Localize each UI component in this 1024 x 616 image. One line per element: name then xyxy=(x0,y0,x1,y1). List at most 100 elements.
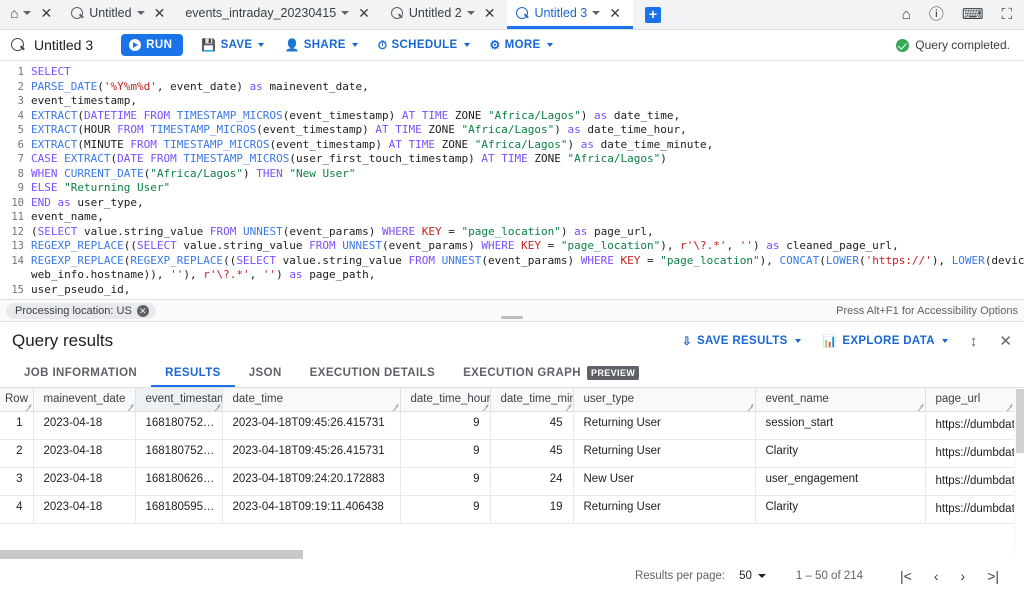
info-icon[interactable]: ⓘ xyxy=(929,7,944,22)
close-icon[interactable]: ✕ xyxy=(354,4,374,22)
table-row[interactable]: 12023-04-18168180752…2023-04-18T09:45:26… xyxy=(0,411,1014,439)
column-header-event_name[interactable]: event_name xyxy=(755,388,925,411)
query-title: Untitled 3 xyxy=(34,37,93,53)
vertical-scrollbar-thumb[interactable] xyxy=(1016,389,1024,453)
processing-location-chip[interactable]: Processing location: US ✕ xyxy=(6,303,156,319)
panel-resize-handle[interactable] xyxy=(501,316,523,319)
fullscreen-icon[interactable]: ⛶ xyxy=(1001,7,1012,22)
horizontal-scrollbar-thumb[interactable] xyxy=(0,550,303,559)
cell-mainevent_date: 2023-04-18 xyxy=(33,439,135,467)
results-tab-label: JOB INFORMATION xyxy=(24,367,137,379)
column-header-user_type[interactable]: user_type xyxy=(573,388,755,411)
results-tab-json[interactable]: JSON xyxy=(235,360,296,387)
line-number: 1 xyxy=(0,65,31,80)
next-page-button[interactable]: › xyxy=(950,569,977,583)
code-text: event_name, xyxy=(31,210,1024,225)
table-row[interactable]: 22023-04-18168180752…2023-04-18T09:45:26… xyxy=(0,439,1014,467)
code-line: 1SELECT xyxy=(0,65,1024,80)
share-button[interactable]: 👤 SHARE xyxy=(284,39,357,51)
clock-icon: ⏱ xyxy=(378,39,388,51)
preview-badge: PREVIEW xyxy=(587,366,639,380)
column-header-label: event_timestamp xyxy=(146,393,223,405)
query-toolbar: Untitled 3 RUN 💾 SAVE 👤 SHARE ⏱ SCHEDULE… xyxy=(0,30,1024,61)
chevron-down-icon xyxy=(464,43,470,47)
cell-row: 1 xyxy=(0,411,33,439)
home-icon[interactable]: ⌂ xyxy=(902,7,911,22)
line-number: 5 xyxy=(0,123,31,138)
column-resize-handle[interactable] xyxy=(25,403,32,410)
column-resize-handle[interactable] xyxy=(482,403,489,410)
column-header-page_url[interactable]: page_url xyxy=(925,388,1014,411)
run-button[interactable]: RUN xyxy=(121,34,183,56)
explore-data-button[interactable]: 📊 EXPLORE DATA xyxy=(823,334,948,348)
sql-editor[interactable]: 1SELECT2PARSE_DATE('%Y%m%d', event_date)… xyxy=(0,61,1024,299)
column-resize-handle[interactable] xyxy=(917,403,924,410)
code-text: REGEXP_REPLACE((SELECT value.string_valu… xyxy=(31,239,1024,254)
column-header-Row[interactable]: Row xyxy=(0,388,33,411)
previous-page-button[interactable]: ‹ xyxy=(923,569,950,583)
query-icon xyxy=(10,37,26,53)
browser-tab-2[interactable]: Untitled 2✕ xyxy=(382,0,508,29)
close-icon[interactable]: ✕ xyxy=(137,305,149,317)
cell-mainevent_date: 2023-04-18 xyxy=(33,467,135,495)
tab-home[interactable]: ⌂ ✕ xyxy=(0,0,62,29)
cell-event_name: session_start xyxy=(755,411,925,439)
column-header-date_time_hour[interactable]: date_time_hour xyxy=(400,388,490,411)
line-number: 7 xyxy=(0,152,31,167)
vertical-scrollbar[interactable] xyxy=(1014,388,1024,560)
code-text: WHEN CURRENT_DATE("Africa/Lagos") THEN "… xyxy=(31,167,1024,182)
table-row[interactable]: 42023-04-18168180595…2023-04-18T09:19:11… xyxy=(0,495,1014,523)
expand-collapse-icon[interactable]: ↕ xyxy=(970,334,978,349)
query-status: Query completed. xyxy=(896,38,1014,52)
cell-event_timestamp: 168180626… xyxy=(135,467,222,495)
column-header-date_time_minute[interactable]: date_time_minute xyxy=(490,388,573,411)
cell-date_time: 2023-04-18T09:24:20.172883 xyxy=(222,467,400,495)
close-icon[interactable]: ✕ xyxy=(150,4,170,22)
browser-tab-3[interactable]: Untitled 3✕ xyxy=(507,0,633,29)
last-page-button[interactable]: >| xyxy=(976,569,1010,583)
more-button[interactable]: ⚙ MORE xyxy=(490,39,553,51)
results-tab-execution-details[interactable]: EXECUTION DETAILS xyxy=(296,360,449,387)
tabbar-right-icons: ⌂ ⓘ ⌨ ⛶ xyxy=(902,0,1024,29)
table-row[interactable]: 32023-04-18168180626…2023-04-18T09:24:20… xyxy=(0,467,1014,495)
table-header-row: Rowmainevent_dateevent_timestampdate_tim… xyxy=(0,388,1014,411)
column-resize-handle[interactable] xyxy=(747,403,754,410)
cell-event_name: Clarity xyxy=(755,439,925,467)
more-button-label: MORE xyxy=(505,39,541,51)
horizontal-scrollbar[interactable] xyxy=(0,550,1024,559)
close-icon[interactable]: ✕ xyxy=(999,334,1012,349)
code-text: EXTRACT(HOUR FROM TIMESTAMP_MICROS(event… xyxy=(31,123,1024,138)
close-icon[interactable]: ✕ xyxy=(36,4,56,22)
close-icon[interactable]: ✕ xyxy=(605,4,625,22)
close-icon[interactable]: ✕ xyxy=(480,4,500,22)
column-resize-handle[interactable] xyxy=(214,403,221,410)
save-button[interactable]: 💾 SAVE xyxy=(201,39,264,51)
column-resize-handle[interactable] xyxy=(127,403,134,410)
column-header-date_time[interactable]: date_time xyxy=(222,388,400,411)
results-tab-execution-graph[interactable]: EXECUTION GRAPHPREVIEW xyxy=(449,360,653,387)
column-header-event_timestamp[interactable]: event_timestamp xyxy=(135,388,222,411)
cell-event_name: Clarity xyxy=(755,495,925,523)
results-tab-results[interactable]: RESULTS xyxy=(151,360,235,387)
chevron-down-icon[interactable] xyxy=(592,11,600,15)
line-number: 4 xyxy=(0,109,31,124)
add-tab-button[interactable]: + xyxy=(645,7,661,23)
schedule-button[interactable]: ⏱ SCHEDULE xyxy=(378,39,470,51)
chevron-down-icon[interactable] xyxy=(137,11,145,15)
column-resize-handle[interactable] xyxy=(565,403,572,410)
code-line: 2PARSE_DATE('%Y%m%d', event_date) as mai… xyxy=(0,80,1024,95)
browser-tab-1[interactable]: events_intraday_20230415✕ xyxy=(177,0,382,29)
column-resize-handle[interactable] xyxy=(392,403,399,410)
first-page-button[interactable]: |< xyxy=(889,569,923,583)
column-resize-handle[interactable] xyxy=(1006,403,1013,410)
results-per-page-select[interactable]: 50 xyxy=(739,570,766,582)
results-tab-label: JSON xyxy=(249,367,282,379)
keyboard-icon[interactable]: ⌨ xyxy=(962,7,984,22)
chevron-down-icon[interactable] xyxy=(23,11,31,15)
chevron-down-icon[interactable] xyxy=(467,11,475,15)
save-results-button[interactable]: ⇩ SAVE RESULTS xyxy=(682,334,801,348)
chevron-down-icon[interactable] xyxy=(341,11,349,15)
browser-tab-0[interactable]: Untitled✕ xyxy=(62,0,177,29)
results-tab-job-information[interactable]: JOB INFORMATION xyxy=(10,360,151,387)
column-header-mainevent_date[interactable]: mainevent_date xyxy=(33,388,135,411)
